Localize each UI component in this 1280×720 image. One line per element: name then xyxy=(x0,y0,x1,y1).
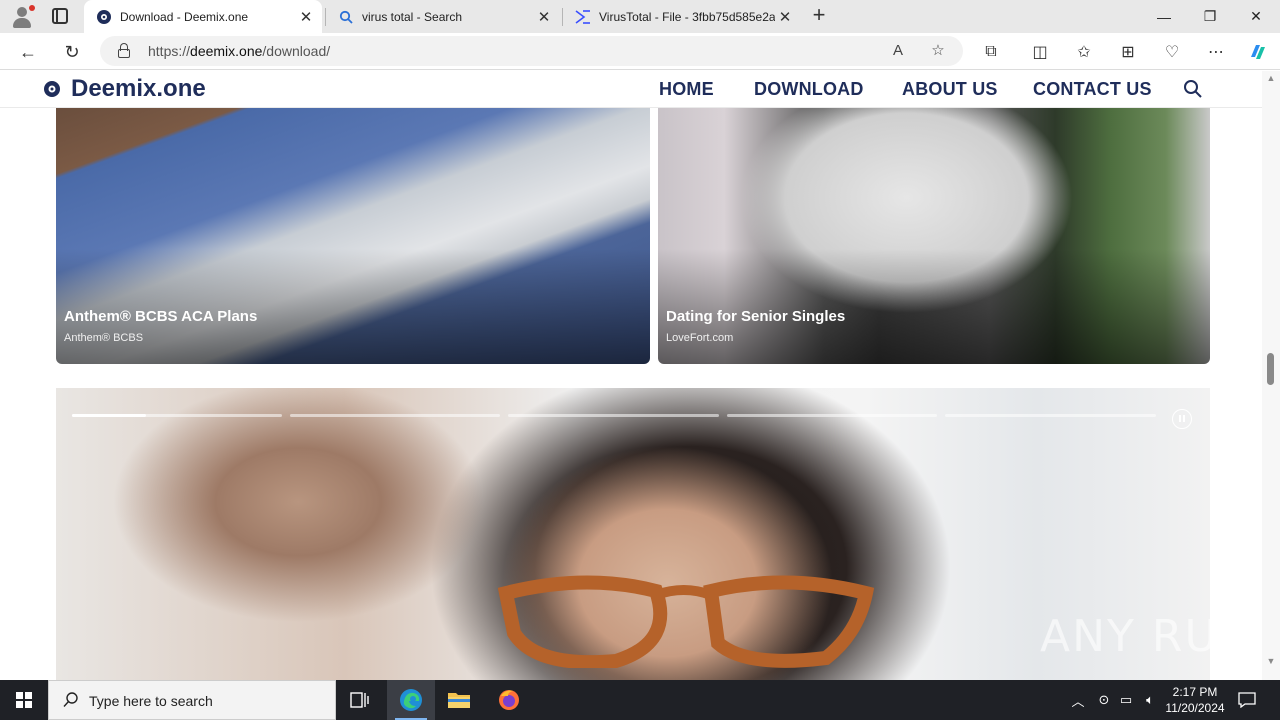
notifications-icon[interactable] xyxy=(1234,680,1260,720)
browser-tab-strip: Download - Deemix.one ✕ virus total - Se… xyxy=(0,0,1280,33)
close-window-icon[interactable]: ✕ xyxy=(1233,0,1279,33)
more-options-icon[interactable]: ⋯ xyxy=(1202,38,1230,66)
deemix-logo-icon[interactable] xyxy=(43,80,61,98)
scroll-up-arrow-icon[interactable]: ▲ xyxy=(1265,73,1277,83)
tab-title: Download - Deemix.one xyxy=(120,9,249,24)
scroll-down-arrow-icon[interactable]: ▼ xyxy=(1265,656,1277,666)
pause-icon[interactable] xyxy=(1172,409,1192,429)
slide-progress-bar xyxy=(945,414,1156,417)
ad-card-dating[interactable]: Dating for Senior Singles LoveFort.com xyxy=(658,108,1210,364)
minimize-icon[interactable]: — xyxy=(1141,0,1187,33)
nav-contact-us-link[interactable]: CONTACT US xyxy=(1033,79,1152,100)
firefox-icon[interactable] xyxy=(485,680,533,720)
file-explorer-icon[interactable] xyxy=(435,680,483,720)
start-button[interactable] xyxy=(0,680,48,720)
edge-taskbar-icon[interactable] xyxy=(387,680,435,720)
back-arrow-icon[interactable]: ← xyxy=(14,38,42,66)
tab-actions-icon[interactable] xyxy=(52,8,68,24)
clock-date: 11/20/2024 xyxy=(1165,701,1225,715)
tab-virustotal-file[interactable]: VirusTotal - File - 3fbb75d585e2a ✕ xyxy=(563,0,801,33)
profile-avatar-icon[interactable] xyxy=(10,5,35,29)
deemix-favicon-icon xyxy=(97,9,111,24)
lock-icon[interactable] xyxy=(118,43,130,58)
windows-logo-icon xyxy=(16,692,32,708)
site-header: Deemix.one HOME DOWNLOAD ABOUT US CONTAC… xyxy=(0,71,1262,108)
url-text[interactable]: https://deemix.one/download/ xyxy=(148,43,330,59)
taskbar-search-placeholder: Type here to search xyxy=(89,693,213,709)
site-logo-text[interactable]: Deemix.one xyxy=(71,75,206,103)
meet-now-icon[interactable]: ⊙ xyxy=(1094,680,1114,720)
refresh-icon[interactable]: ↻ xyxy=(58,38,86,66)
close-tab-icon[interactable]: ✕ xyxy=(296,8,316,26)
eyeglasses-image xyxy=(497,575,875,668)
ad-card-title[interactable]: Anthem® BCBS ACA Plans xyxy=(64,308,257,325)
site-search-icon[interactable] xyxy=(1183,79,1203,99)
search-favicon-icon xyxy=(339,10,353,24)
ad-card-source: Anthem® BCBS xyxy=(64,332,144,344)
tab-title: virus total - Search xyxy=(362,9,463,24)
extensions-icon[interactable]: ⧉ xyxy=(977,38,1005,66)
page-scrollbar[interactable]: ▲ ▼ xyxy=(1262,71,1280,680)
clock-time: 2:17 PM xyxy=(1172,685,1218,699)
ad-card-title[interactable]: Dating for Senior Singles xyxy=(666,308,845,325)
close-tab-icon[interactable]: ✕ xyxy=(775,8,795,26)
nav-download-link[interactable]: DOWNLOAD xyxy=(754,79,864,100)
windows-taskbar: Type here to search ︿ ⊙ ▭ 🔈︎ 2:17 PM 11/… xyxy=(0,680,1280,720)
slide-progress-bar xyxy=(290,414,500,417)
browser-toolbar: ← ↻ https://deemix.one/download/ A ☆ ⧉ ◫… xyxy=(0,33,1280,70)
tab-title: VirusTotal - File - 3fbb75d585e2a xyxy=(599,9,775,24)
ad-card-anthem[interactable]: Anthem® BCBS ACA Plans Anthem® BCBS xyxy=(56,108,650,364)
virustotal-favicon-icon xyxy=(575,9,590,24)
task-view-icon[interactable] xyxy=(336,680,384,720)
close-tab-icon[interactable]: ✕ xyxy=(534,8,554,26)
address-bar[interactable]: https://deemix.one/download/ A ☆ xyxy=(100,36,963,66)
browser-essentials-icon[interactable]: ♡ xyxy=(1158,38,1186,66)
show-hidden-icons-chevron-icon[interactable]: ︿ xyxy=(1068,680,1088,720)
collections-icon[interactable]: ⊞ xyxy=(1114,38,1142,66)
scrollbar-thumb[interactable] xyxy=(1267,353,1274,385)
slide-progress-bar xyxy=(508,414,719,417)
split-screen-icon[interactable]: ◫ xyxy=(1026,38,1054,66)
volume-icon[interactable]: 🔈︎ xyxy=(1140,680,1160,720)
search-icon xyxy=(63,692,78,707)
new-tab-icon[interactable]: + xyxy=(808,3,830,29)
nav-about-us-link[interactable]: ABOUT US xyxy=(902,79,998,100)
taskbar-clock[interactable]: 2:17 PM 11/20/2024 xyxy=(1160,684,1230,716)
anyrun-watermark: ANY RUN xyxy=(1040,611,1254,662)
page-viewport: Deemix.one HOME DOWNLOAD ABOUT US CONTAC… xyxy=(0,71,1280,680)
tab-virus-total-search[interactable]: virus total - Search ✕ xyxy=(326,0,560,33)
favorite-star-icon[interactable]: ☆ xyxy=(928,41,948,61)
network-icon[interactable]: ▭ xyxy=(1116,680,1136,720)
slide-progress-bar xyxy=(72,414,282,417)
tab-deemix-download[interactable]: Download - Deemix.one ✕ xyxy=(84,0,322,33)
copilot-icon[interactable] xyxy=(1244,38,1272,66)
restore-icon[interactable]: ❐ xyxy=(1187,0,1233,33)
nav-home-link[interactable]: HOME xyxy=(659,79,714,100)
ad-card-source: LoveFort.com xyxy=(666,332,734,344)
read-aloud-icon[interactable]: A xyxy=(888,41,908,61)
slide-progress-bar xyxy=(727,414,937,417)
ad-slideshow[interactable] xyxy=(56,388,1210,680)
taskbar-search-box[interactable]: Type here to search xyxy=(48,680,336,720)
favorites-icon[interactable]: ✩ xyxy=(1070,38,1098,66)
